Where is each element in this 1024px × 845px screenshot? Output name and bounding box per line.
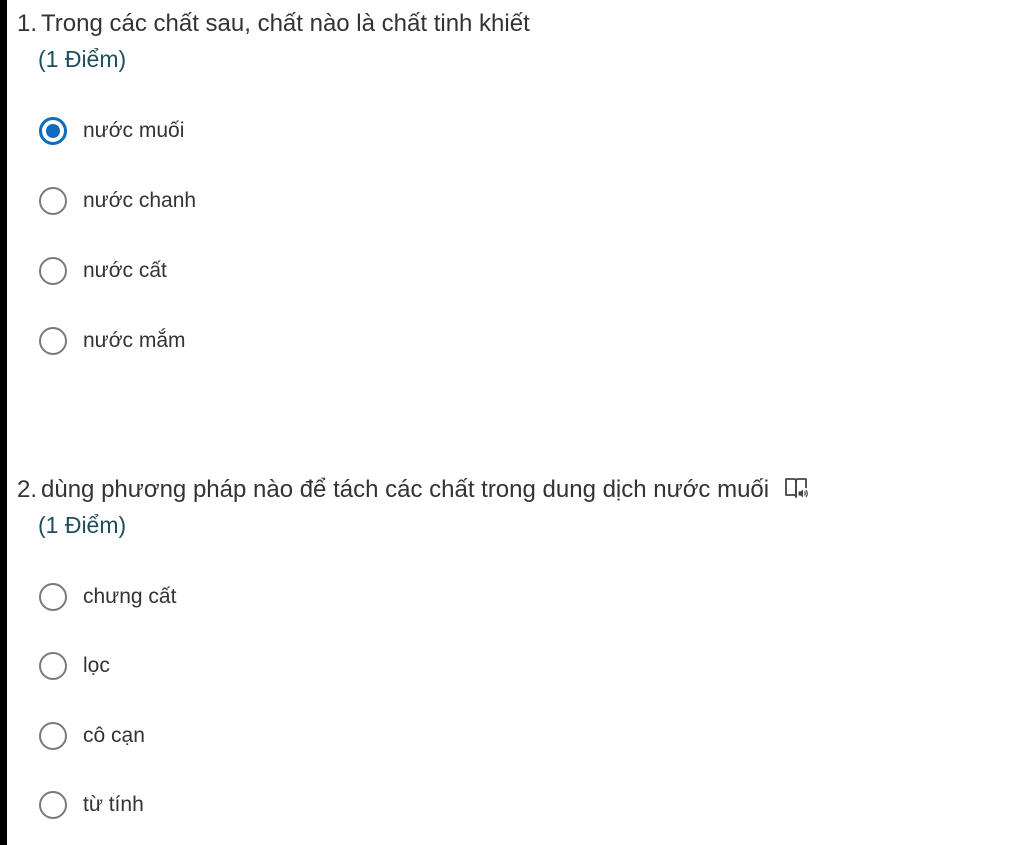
- option-chung-cat[interactable]: chưng cất: [39, 579, 176, 615]
- option-label: nước chanh: [83, 189, 197, 212]
- option-co-can[interactable]: cô cạn: [39, 718, 145, 754]
- option-nuoc-mam[interactable]: nước mắm: [39, 323, 186, 359]
- question-1: 1. Trong các chất sau, chất nào là chất t…: [7, 8, 1007, 75]
- question-2-text: dùng phương pháp nào để tách các chất tr…: [41, 476, 770, 503]
- question-1-number: 1.: [17, 10, 38, 37]
- question-1-text: Trong các chất sau, chất nào là chất tin…: [41, 10, 530, 37]
- option-tu-tinh[interactable]: từ tính: [39, 787, 144, 823]
- question-2: 2. dùng phương pháp nào để tách các chất …: [7, 474, 1007, 541]
- radio-button[interactable]: [39, 257, 67, 285]
- question-1-title: 1. Trong các chất sau, chất nào là chất t…: [7, 8, 1007, 40]
- option-label: lọc: [83, 654, 110, 677]
- option-nuoc-cat[interactable]: nước cất: [39, 253, 167, 289]
- option-label: nước mắm: [83, 329, 186, 352]
- option-label: chưng cất: [83, 585, 177, 608]
- form-page: 1. Trong các chất sau, chất nào là chất t…: [7, 0, 1024, 845]
- question-2-number: 2.: [17, 476, 38, 503]
- option-loc[interactable]: lọc: [39, 648, 110, 684]
- question-2-title: 2. dùng phương pháp nào để tách các chất …: [7, 474, 1007, 506]
- radio-button[interactable]: [39, 791, 67, 819]
- option-label: nước muối: [83, 119, 185, 142]
- radio-button[interactable]: [39, 327, 67, 355]
- option-label: nước cất: [83, 259, 167, 282]
- radio-button[interactable]: [39, 722, 67, 750]
- option-nuoc-muoi[interactable]: nước muối: [39, 113, 184, 149]
- radio-button[interactable]: [39, 652, 67, 680]
- radio-button[interactable]: [39, 187, 67, 215]
- immersive-reader-icon[interactable]: [783, 475, 809, 501]
- question-2-points: (1 Điểm): [38, 512, 127, 538]
- option-label: cô cạn: [83, 724, 145, 747]
- option-label: từ tính: [83, 793, 144, 816]
- radio-button[interactable]: [39, 583, 67, 611]
- radio-button-selected[interactable]: [39, 117, 67, 145]
- question-1-points: (1 Điểm): [38, 46, 127, 72]
- option-nuoc-chanh[interactable]: nước chanh: [39, 183, 196, 219]
